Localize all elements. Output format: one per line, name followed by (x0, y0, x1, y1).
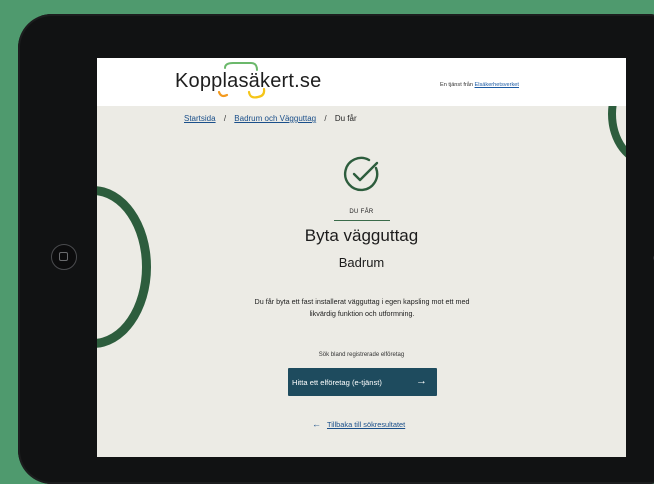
home-button[interactable] (51, 244, 77, 270)
page-subtitle: Badrum (338, 255, 385, 270)
site-header: Kopplasäkert.se En tjänst från Elsäkerhe… (97, 58, 626, 106)
back-link-label: Tillbaka till sökresultatet (327, 420, 406, 429)
site-logo[interactable]: Kopplasäkert.se (175, 70, 321, 93)
breadcrumb-current: Du får (334, 114, 357, 123)
breadcrumb-link-category[interactable]: Badrum och Vägguttag (234, 114, 316, 123)
result-eyebrow: DU FÅR (349, 209, 374, 215)
page-title: Byta vägguttag (304, 226, 419, 245)
back-to-results-link[interactable]: ← Tillbaka till sökresultatet (312, 419, 405, 429)
partner-notice: En tjänst från Elsäkerhetsverket (440, 82, 519, 88)
search-label: Sök bland registrerade elföretag (318, 352, 405, 358)
tablet-device-frame: Kopplasäkert.se En tjänst från Elsäkerhe… (18, 14, 654, 484)
browser-screen: Kopplasäkert.se En tjänst från Elsäkerhe… (97, 58, 626, 457)
breadcrumb-separator: / (223, 114, 227, 123)
find-company-button[interactable]: Hitta ett elföretag (e-tjänst) → (288, 368, 437, 396)
breadcrumb-link-home[interactable]: Startsida (184, 114, 216, 123)
find-company-button-label: Hitta ett elföretag (e-tjänst) (292, 377, 382, 387)
breadcrumb-separator: / (324, 114, 327, 123)
partner-prefix: En tjänst från (440, 82, 475, 88)
arrow-left-icon: ← (312, 419, 321, 429)
breadcrumb: Startsida / Badrum och Vägguttag / Du få… (184, 114, 357, 123)
result-description: Du får byta ett fast installerat väggutt… (254, 297, 470, 318)
partner-link[interactable]: Elsäkerhetsverket (475, 82, 519, 88)
check-circle-icon (343, 156, 379, 192)
arrow-right-icon: → (416, 375, 427, 387)
eyebrow-divider (334, 220, 390, 221)
